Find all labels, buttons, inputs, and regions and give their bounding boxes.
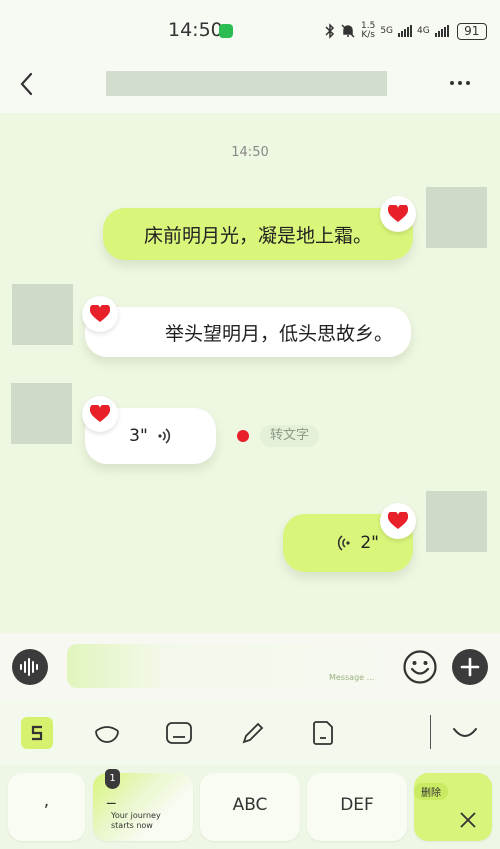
emoji-icon[interactable] [402, 649, 438, 685]
chat-header [0, 58, 500, 113]
sound-wave-icon [20, 658, 38, 676]
my-avatar[interactable] [426, 187, 487, 248]
key-abc[interactable]: ABC [200, 773, 300, 841]
sim2-label: 4G [417, 26, 430, 36]
heart-icon [90, 405, 110, 422]
signal-bars-icon [398, 25, 413, 37]
sim1-label: 5G [380, 26, 394, 36]
key-slogan-line1: Your journey [111, 811, 161, 820]
delete-label: 删除 [414, 783, 448, 800]
voice-input-button[interactable] [12, 649, 48, 685]
key-label: ABC [232, 795, 268, 815]
chat-area[interactable]: 14:50 床前明月光，凝是地上霜。 举头望明月，低头思故乡。 3" 转文字 2… [0, 113, 500, 633]
input-method-logo-button[interactable] [21, 717, 53, 749]
chat-title-redacted [106, 71, 387, 96]
voice-wave-icon [338, 535, 350, 551]
key-slogan: Your journey starts now [111, 811, 161, 831]
message-text: 床前明月光，凝是地上霜。 [143, 224, 372, 247]
contact-avatar[interactable] [12, 284, 73, 345]
status-time: 14:50 [168, 19, 223, 41]
delete-key[interactable]: 删除 [414, 773, 492, 841]
key-label: , [43, 791, 50, 811]
received-text-bubble[interactable]: 举头望明月，低头思故乡。 [85, 307, 411, 357]
plus-more-button[interactable] [452, 649, 488, 685]
heart-reaction[interactable] [82, 296, 118, 332]
collapse-keyboard-icon[interactable] [449, 717, 481, 749]
heart-icon [388, 512, 408, 529]
bluetooth-icon [325, 23, 335, 39]
heart-icon [90, 305, 110, 322]
convert-to-text-button[interactable]: 转文字 [260, 425, 320, 447]
key-label: DEF [340, 795, 374, 815]
keyboard-keys: , 1 _ Your journey starts now ABC DEF 删除 [0, 765, 500, 849]
heart-reaction[interactable] [82, 396, 118, 432]
key-comma[interactable]: , [8, 773, 85, 841]
sent-text-bubble[interactable]: 床前明月光，凝是地上霜。 [103, 208, 413, 260]
key-label: _ [107, 785, 116, 805]
keyboard-toolbar [0, 701, 500, 765]
key-1[interactable]: 1 _ Your journey starts now [93, 769, 193, 841]
input-bar [0, 633, 500, 701]
close-x-icon [460, 812, 476, 828]
heart-reaction[interactable] [380, 196, 416, 232]
wechat-notification-icon [219, 24, 233, 38]
mute-bell-icon [341, 24, 355, 38]
contact-avatar[interactable] [11, 383, 72, 444]
pencil-handwriting-icon[interactable] [237, 717, 269, 749]
voice-duration: 3" [129, 426, 148, 446]
s-logo-icon [31, 725, 43, 741]
voice-wave-icon [158, 428, 170, 444]
plus-icon [460, 657, 480, 677]
heart-icon [388, 205, 408, 222]
message-timestamp: 14:50 [231, 145, 269, 160]
battery-level: 91 [456, 22, 487, 40]
net-speed: 1.5 K/s [361, 22, 375, 40]
voice-duration: 2" [360, 533, 379, 553]
net-speed-unit: K/s [361, 30, 375, 40]
voice-content: 3" [129, 426, 172, 446]
heart-reaction[interactable] [380, 503, 416, 539]
more-options-icon[interactable] [450, 76, 478, 90]
key-slogan-line2: starts now [111, 821, 153, 830]
signal-bars-2-icon [434, 25, 449, 37]
status-icons: 1.5 K/s 5G 4G 91 [325, 20, 487, 42]
key-def[interactable]: DEF [307, 773, 407, 841]
message-input[interactable] [67, 644, 385, 688]
my-avatar[interactable] [426, 491, 487, 552]
unread-voice-dot [237, 430, 249, 442]
status-bar: 14:50 1.5 K/s 5G 4G 91 [0, 0, 500, 58]
keyboard-layout-tool-icon[interactable] [163, 717, 195, 749]
message-text: 举头望明月，低头思故乡。 [164, 322, 393, 345]
clipboard-tool-icon[interactable] [307, 717, 339, 749]
toolbar-divider [430, 715, 431, 749]
back-icon[interactable] [16, 70, 40, 98]
emoji-face-tool-icon[interactable] [91, 717, 123, 749]
voice-content: 2" [336, 533, 379, 553]
